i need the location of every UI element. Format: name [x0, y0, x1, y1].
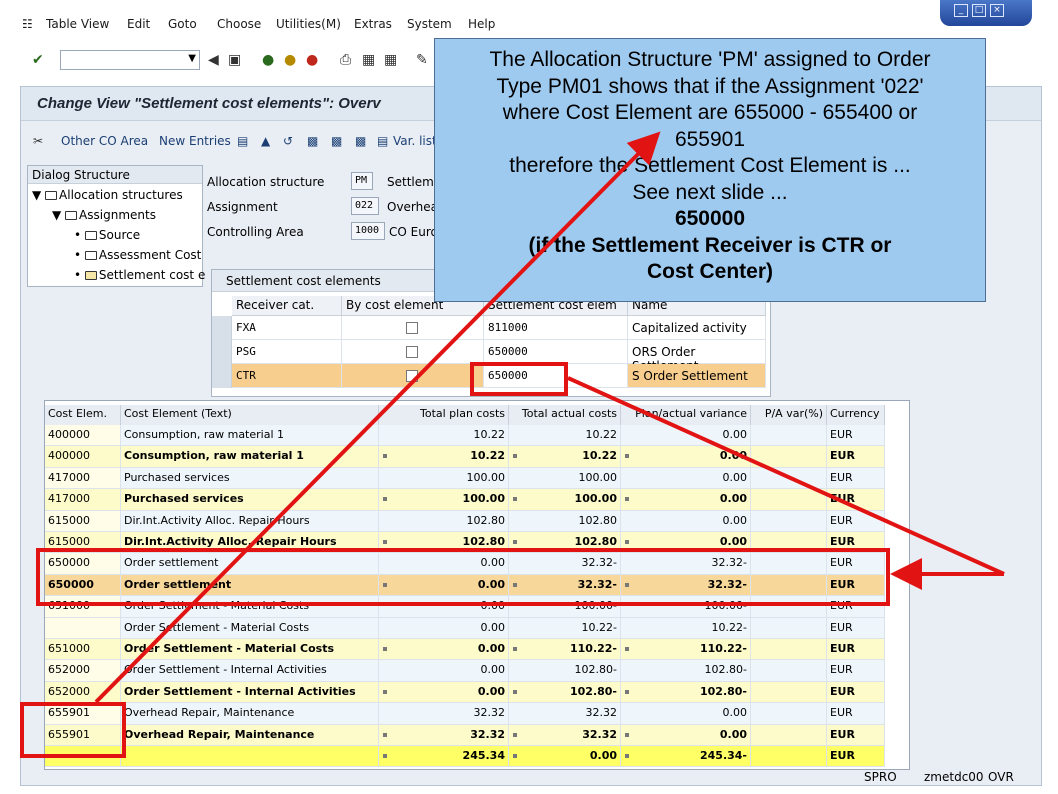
arrow-to-callout	[94, 131, 661, 704]
annotation-arrows	[94, 131, 1005, 704]
arrow-line-right	[567, 376, 1005, 576]
